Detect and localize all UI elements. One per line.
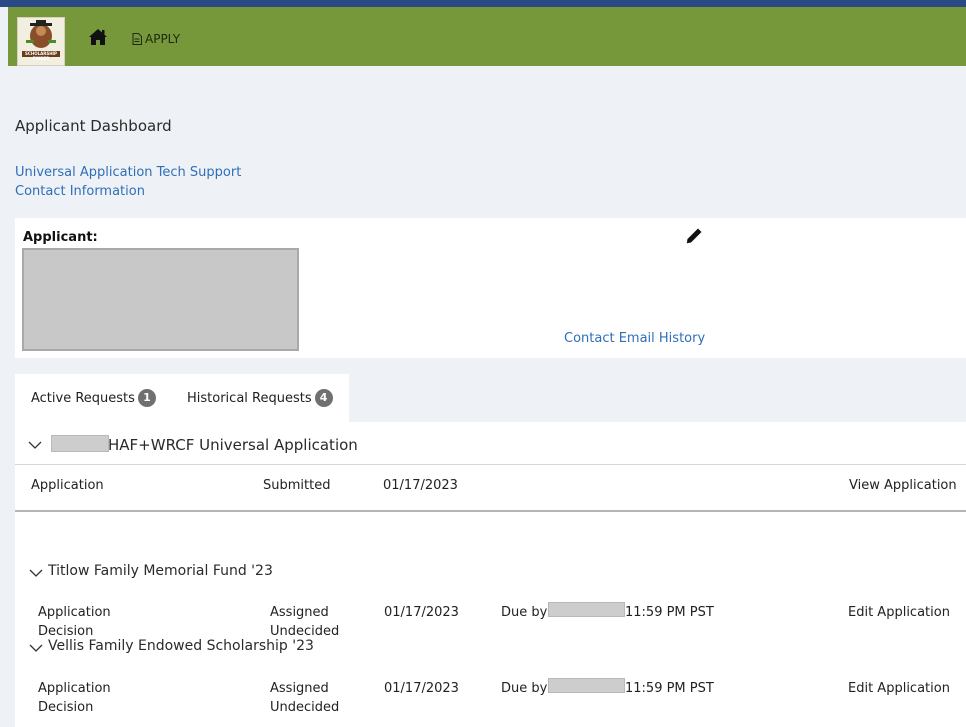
edit-application-link[interactable]: Edit Application (848, 603, 950, 622)
home-icon (89, 29, 107, 45)
main-request-title: HAF+WRCF Universal Application (108, 436, 358, 454)
sub-row-type: Application (38, 605, 111, 620)
sub-row-status: Assigned (270, 681, 329, 696)
historical-count-badge: 4 (314, 389, 333, 407)
logo-text: SCHOLARSHIP FINDER (25, 51, 57, 61)
divider (15, 464, 966, 465)
tab-active-label: Active Requests (31, 390, 135, 406)
top-strip (0, 0, 966, 7)
redacted-request-prefix (51, 435, 109, 452)
edit-applicant-button[interactable] (685, 227, 705, 247)
tech-support-link[interactable]: Universal Application Tech Support (15, 165, 241, 180)
sub-row-type: Decision (38, 700, 94, 715)
sub-row-type: Application (38, 681, 111, 696)
main-row-status: Submitted (263, 478, 331, 493)
tab-historical-label: Historical Requests (187, 390, 312, 406)
sub-row-status: Assigned (270, 605, 329, 620)
sub-request-title: Titlow Family Memorial Fund '23 (48, 563, 273, 579)
chevron-down-icon[interactable] (29, 566, 43, 580)
applicant-info-redacted (22, 248, 299, 351)
sub-row-date: 01/17/2023 (384, 605, 459, 620)
contact-information-link[interactable]: Contact Information (15, 184, 145, 199)
active-count-badge: 1 (137, 389, 156, 407)
page-title: Applicant Dashboard (15, 117, 172, 135)
sub-row-date: 01/17/2023 (384, 681, 459, 696)
pencil-icon (686, 228, 702, 244)
sub-request-title: Vellis Family Endowed Scholarship '23 (48, 638, 314, 654)
due-prefix: Due by (501, 605, 548, 620)
top-navbar: SCHOLARSHIP FINDER APPLY (8, 7, 966, 66)
applicant-label: Applicant: (23, 230, 98, 245)
contact-email-history-link[interactable]: Contact Email History (564, 331, 705, 346)
due-prefix: Due by (501, 681, 548, 696)
divider (15, 510, 966, 512)
applicant-card: Applicant: Contact Email History (15, 218, 966, 358)
tab-historical-requests[interactable]: Historical Requests 4 (171, 374, 349, 422)
due-time: 11:59 PM PST (625, 681, 714, 696)
scholarship-finder-logo[interactable]: SCHOLARSHIP FINDER (17, 17, 65, 66)
due-time: 11:59 PM PST (625, 605, 714, 620)
main-row-type: Application (31, 478, 104, 493)
view-application-link[interactable]: View Application (849, 476, 957, 495)
apply-nav-item[interactable]: APPLY (132, 31, 180, 47)
chevron-down-icon[interactable] (28, 438, 42, 452)
redacted-due-date (548, 678, 625, 693)
home-button[interactable] (88, 28, 108, 48)
apply-label: APPLY (145, 32, 181, 46)
tab-active-requests[interactable]: Active Requests 1 (15, 374, 171, 422)
edit-application-link[interactable]: Edit Application (848, 679, 950, 698)
redacted-due-date (548, 602, 625, 617)
main-row-date: 01/17/2023 (383, 478, 458, 493)
chevron-down-icon[interactable] (29, 641, 43, 655)
requests-panel: HAF+WRCF Universal Application Applicati… (15, 422, 966, 727)
document-icon (132, 33, 142, 45)
sub-row-status: Undecided (270, 700, 340, 715)
